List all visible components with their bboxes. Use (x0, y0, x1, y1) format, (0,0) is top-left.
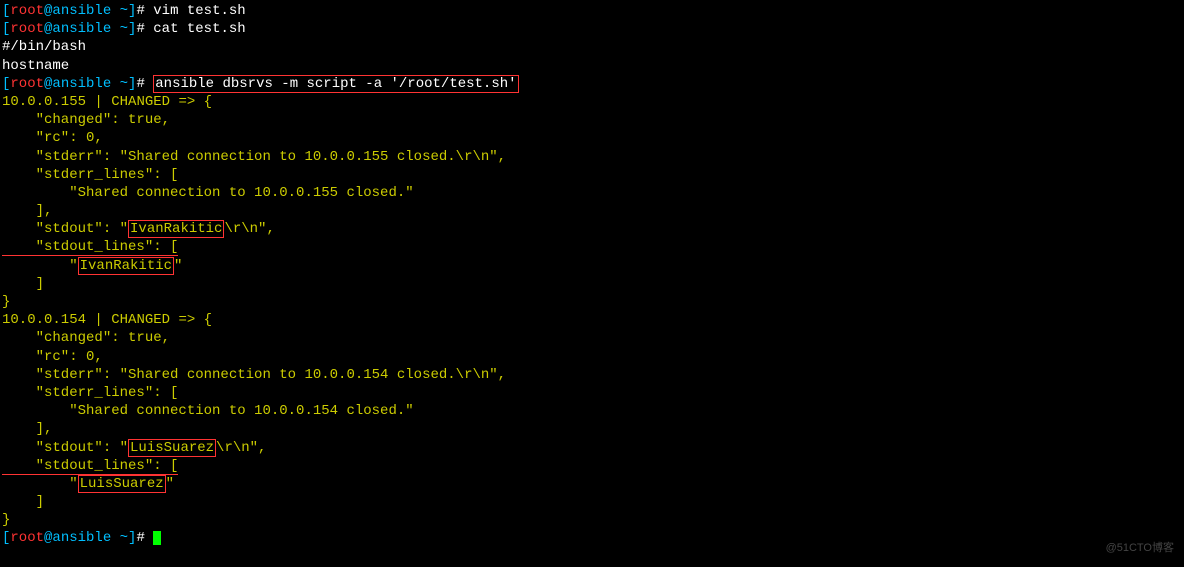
command-cat: cat test.sh (153, 21, 245, 37)
prompt-line-3: [root@ansible ~]# ansible dbsrvs -m scri… (2, 75, 1182, 93)
cursor-icon (153, 531, 161, 545)
output-line: "stderr_lines": [ (2, 166, 1182, 184)
output-line: "rc": 0, (2, 348, 1182, 366)
output-line: "stdout_lines": [ (2, 238, 1182, 256)
tilde: ~ (120, 3, 128, 19)
hash: # (136, 76, 153, 92)
output-line: "changed": true, (2, 111, 1182, 129)
output-line: "stderr": "Shared connection to 10.0.0.1… (2, 366, 1182, 384)
brace: => { (170, 94, 212, 110)
hostname-output: IvanRakitic (128, 220, 224, 238)
output-line: 10.0.0.155 | CHANGED => { (2, 93, 1182, 111)
space (111, 530, 119, 546)
ip-address: 10.0.0.154 (2, 312, 86, 328)
output-line: "IvanRakitic" (2, 257, 1182, 275)
stdout-lines-label: "stdout_lines": [ (2, 458, 178, 475)
space (111, 21, 119, 37)
stdout-lines-label: "stdout_lines": [ (2, 239, 178, 256)
hash: # (136, 21, 153, 37)
separator: | (86, 94, 111, 110)
output-line: ] (2, 275, 1182, 293)
tilde: ~ (120, 530, 128, 546)
tilde: ~ (120, 21, 128, 37)
brace: => { (170, 312, 212, 328)
file-content-line: hostname (2, 57, 1182, 75)
prompt-line-4[interactable]: [root@ansible ~]# (2, 529, 1182, 547)
user: root (10, 3, 44, 19)
stdout-tail: \r\n", (224, 221, 274, 237)
output-line: "Shared connection to 10.0.0.155 closed.… (2, 184, 1182, 202)
command-vim: vim test.sh (153, 3, 245, 19)
stdout-label: "stdout": " (2, 221, 128, 237)
prompt-line-1: [root@ansible ~]# vim test.sh (2, 2, 1182, 20)
hash: # (136, 530, 153, 546)
ip-address: 10.0.0.155 (2, 94, 86, 110)
user: root (10, 530, 44, 546)
host: ansible (52, 530, 111, 546)
space (111, 3, 119, 19)
host: ansible (52, 76, 111, 92)
hostname-output: LuisSuarez (128, 439, 216, 457)
output-line: "stderr": "Shared connection to 10.0.0.1… (2, 148, 1182, 166)
separator: | (86, 312, 111, 328)
tilde: ~ (120, 76, 128, 92)
status-changed: CHANGED (111, 94, 170, 110)
indent: " (2, 258, 78, 274)
output-line: ], (2, 202, 1182, 220)
command-ansible: ansible dbsrvs -m script -a '/root/test.… (153, 75, 518, 93)
host: ansible (52, 3, 111, 19)
user: root (10, 21, 44, 37)
hash: # (136, 3, 153, 19)
output-line: "stdout_lines": [ (2, 457, 1182, 475)
host: ansible (52, 21, 111, 37)
output-line: } (2, 511, 1182, 529)
status-changed: CHANGED (111, 312, 170, 328)
space (111, 76, 119, 92)
watermark: @51CTO博客 (1106, 541, 1174, 555)
output-line: } (2, 293, 1182, 311)
output-line: "LuisSuarez" (2, 475, 1182, 493)
quote: " (166, 476, 174, 492)
hostname-output: IvanRakitic (78, 257, 174, 275)
output-line: "Shared connection to 10.0.0.154 closed.… (2, 402, 1182, 420)
prompt-line-2: [root@ansible ~]# cat test.sh (2, 20, 1182, 38)
stdout-tail: \r\n", (216, 440, 266, 456)
output-line: "changed": true, (2, 329, 1182, 347)
output-line: "rc": 0, (2, 129, 1182, 147)
quote: " (174, 258, 182, 274)
file-content-line: #/bin/bash (2, 38, 1182, 56)
indent: " (2, 476, 78, 492)
output-line: "stderr_lines": [ (2, 384, 1182, 402)
output-line: ], (2, 420, 1182, 438)
output-line: "stdout": "IvanRakitic\r\n", (2, 220, 1182, 238)
hostname-output: LuisSuarez (78, 475, 166, 493)
output-line: 10.0.0.154 | CHANGED => { (2, 311, 1182, 329)
stdout-label: "stdout": " (2, 440, 128, 456)
output-line: "stdout": "LuisSuarez\r\n", (2, 439, 1182, 457)
output-line: ] (2, 493, 1182, 511)
user: root (10, 76, 44, 92)
